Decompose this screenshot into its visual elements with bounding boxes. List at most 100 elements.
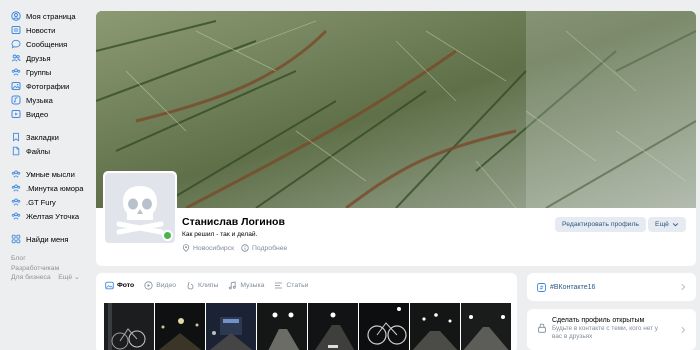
profile-header-card: Станислав Логинов Как решил - так и дела… [96,11,696,266]
file-icon [11,146,21,156]
tab-label: Фото [117,282,135,289]
sidebar-item-files[interactable]: Файлы [0,144,96,158]
sidebar-item-label: Фотографии [26,81,70,91]
online-status-indicator [162,230,173,241]
sidebar-item-label: Друзья [26,53,51,63]
sidebar-item-news[interactable]: Новости [0,23,96,37]
sidebar-item-label: Умные мысли [26,169,75,179]
sidebar-item-label: .GT Fury [26,197,56,207]
profile-avatar[interactable] [103,171,177,245]
more-button[interactable]: Ещё [648,217,686,232]
open-profile-card[interactable]: Сделать профиль открытым Будьте в контак… [527,309,696,350]
skull-avatar-icon [116,186,164,235]
svg-text:#: # [539,285,543,291]
sidebar-item-label: Музыка [26,95,53,105]
groups-icon [11,183,21,193]
photo-thumbnail[interactable] [359,303,409,350]
articles-tab-icon [275,282,283,289]
apps-icon [11,234,21,244]
tab-label: Клипы [198,282,219,289]
groups-icon [11,67,21,77]
profile-cover-image[interactable] [96,11,696,208]
sidebar-item-label: Группы [26,67,52,77]
sidebar-item-messages[interactable]: Сообщения [0,37,96,51]
profile-name: Станислав Логинов [182,216,285,228]
bookmark-icon [11,132,21,142]
photo-grid [104,303,511,350]
sidebar-item-groups[interactable]: Группы [0,65,96,79]
photo-icon [11,81,21,91]
sidebar-item-label: Новости [26,25,56,35]
chevron-right-icon [681,326,686,333]
footer-link-blog[interactable]: Блог [11,254,96,264]
sidebar-item-my-page[interactable]: Моя страница [0,9,96,23]
chevron-right-icon [681,283,686,291]
sidebar-item-label: Файлы [26,146,51,156]
profile-details-link[interactable]: Подробнее [241,244,287,252]
user-circle-icon [11,11,21,21]
sidebar-item-label: Закладки [26,132,59,142]
left-sidebar: Моя страница Новости Сообщения Друзья Гр… [0,0,96,350]
sidebar-item-group-humor[interactable]: .Минутка юмора [0,181,96,195]
footer-link-business[interactable]: Для бизнеса [11,274,51,281]
photo-thumbnail[interactable] [155,303,205,350]
profile-media-card: Фото Видео Клипы Музыка Статьи [96,273,517,350]
message-icon [11,39,21,49]
news-icon [11,25,21,35]
tab-photos[interactable]: Фото [105,281,134,290]
music-tab-icon [229,281,237,290]
groups-icon [11,169,21,179]
video-tab-icon [144,281,153,290]
video-icon [11,109,21,119]
photo-thumbnail[interactable] [461,303,511,350]
tab-label: Видео [156,282,177,289]
photo-thumbnail[interactable] [257,303,307,350]
tab-video[interactable]: Видео [144,281,176,290]
profile-city-label: Новосибирск [193,244,235,252]
sidebar-item-video[interactable]: Видео [0,107,96,121]
photo-thumbnail[interactable] [206,303,256,350]
sidebar-item-group-gt-fury[interactable]: .GT Fury [0,195,96,209]
sidebar-item-photos[interactable]: Фотографии [0,79,96,93]
hashtag-card[interactable]: # #ВКонтакте16 [527,273,696,301]
photo-thumbnail[interactable] [308,303,358,350]
sidebar-footer: Блог Разработчикам Для бизнеса Ещё ⌄ [0,254,96,283]
footer-link-more[interactable]: Ещё [58,274,72,281]
tab-music[interactable]: Музыка [228,281,264,290]
footer-link-developers[interactable]: Разработчикам [11,264,96,274]
tab-clips[interactable]: Клипы [186,281,218,290]
chevron-down-icon [672,223,679,227]
photo-thumbnail[interactable] [410,303,460,350]
profile-status-text[interactable]: Как решил - так и делай. [182,231,257,238]
sidebar-item-group-smart-thoughts[interactable]: Умные мысли [0,167,96,181]
media-tabs: Фото Видео Клипы Музыка Статьи [105,281,318,290]
groups-icon [11,197,21,207]
profile-city: Новосибирск [182,244,234,252]
photo-thumbnail[interactable] [104,303,154,350]
clips-tab-icon [187,281,194,290]
open-profile-title: Сделать профиль открытым [552,317,645,324]
profile-details-label: Подробнее [252,244,288,252]
sidebar-item-bookmarks[interactable]: Закладки [0,130,96,144]
sidebar-item-find-me[interactable]: Найди меня [0,232,96,246]
open-profile-subtitle: Будьте в контакте с теми, кого нет у вас… [552,325,658,340]
sidebar-item-label: Желтая Уточка [26,211,80,221]
location-pin-icon [182,244,190,252]
tab-label: Статьи [286,282,309,289]
groups-icon [11,211,21,221]
sidebar-item-friends[interactable]: Друзья [0,51,96,65]
more-button-label: Ещё [655,221,669,228]
sidebar-item-group-yellow-duck[interactable]: Желтая Уточка [0,209,96,223]
info-icon [241,244,249,252]
sidebar-item-music[interactable]: Музыка [0,93,96,107]
pine-branches-cover [96,11,696,208]
sidebar-item-label: Моя страница [26,11,76,21]
vk-badge-icon: # [537,282,546,292]
sidebar-item-label: Видео [26,109,49,119]
tab-articles[interactable]: Статьи [274,281,308,290]
edit-profile-button[interactable]: Редактировать профиль [555,217,646,232]
sidebar-item-label: Сообщения [26,39,68,49]
hashtag-label: #ВКонтакте16 [550,283,596,291]
sidebar-item-label: Найди меня [26,234,69,244]
lock-icon [538,323,546,333]
